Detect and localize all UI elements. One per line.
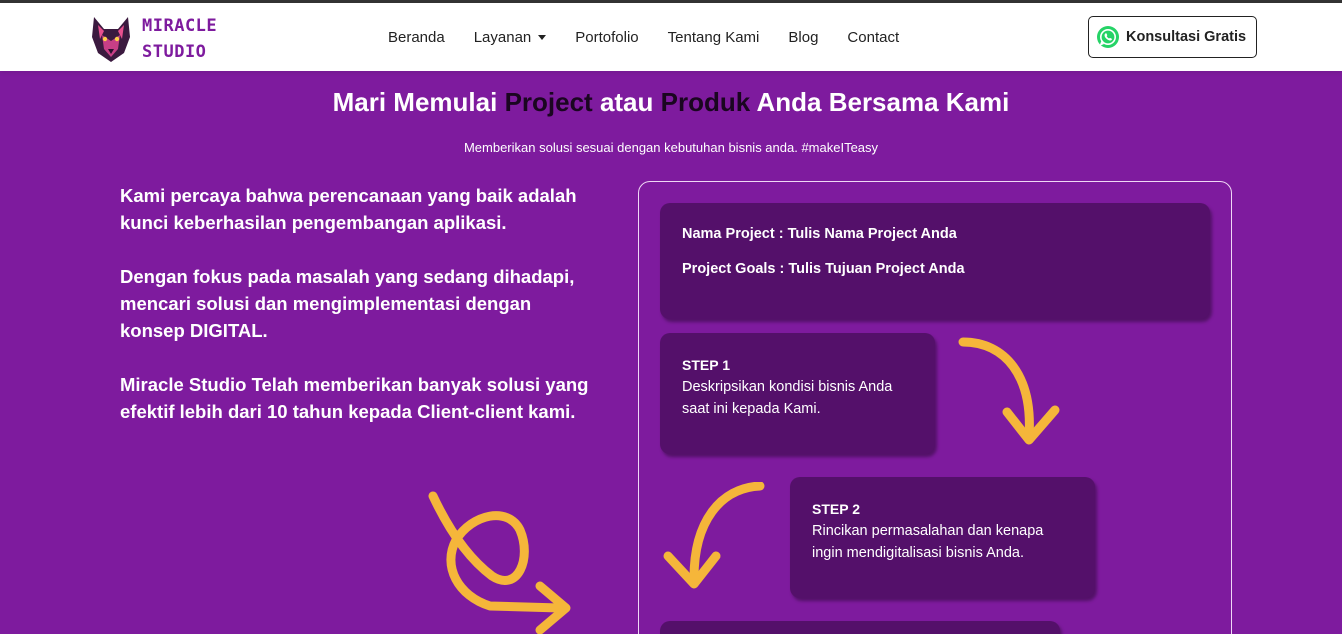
- hero-title-part: Anda Bersama Kami: [750, 87, 1010, 117]
- nav-label: Portofolio: [575, 28, 639, 46]
- hero-subtitle: Memberikan solusi sesuai dengan kebutuha…: [463, 140, 879, 155]
- nav-label: Layanan: [473, 28, 532, 46]
- step-description: Rincikan permasalahan dan kenapa ingin m…: [812, 523, 1044, 561]
- curved-arrow-down-right-icon: [958, 337, 1060, 445]
- curved-arrow-down-left-icon: [663, 482, 765, 589]
- project-card: Nama Project : Tulis Nama Project Anda P…: [660, 203, 1210, 319]
- nav-layanan[interactable]: Layanan: [474, 29, 547, 46]
- hero-title-highlight: Project: [504, 87, 593, 117]
- nav-portofolio[interactable]: Portofolio: [575, 29, 638, 46]
- intro-paragraph-2: Dengan fokus pada masalah yang sedang di…: [120, 266, 575, 341]
- nav-contact[interactable]: Contact: [847, 29, 899, 46]
- hero-title-part: Mari Memulai: [332, 87, 505, 117]
- hero-title-highlight: Produk: [660, 87, 751, 117]
- step-card-3: [660, 621, 1060, 634]
- step-title: STEP 1: [682, 357, 730, 373]
- cta-label: Konsultasi Gratis: [1126, 29, 1247, 45]
- brand-name: MIRACLE STUDIO: [142, 13, 217, 65]
- nav-label: Contact: [847, 28, 900, 46]
- nav-beranda[interactable]: Beranda: [388, 29, 445, 46]
- main-nav: Beranda Layanan Portofolio Tentang Kami …: [388, 3, 928, 71]
- nav-label: Blog: [788, 28, 819, 46]
- hero-title-part: atau: [592, 87, 661, 117]
- intro-paragraph-3: Miracle Studio Telah memberikan banyak s…: [120, 374, 589, 422]
- site-header: MIRACLE STUDIO Beranda Layanan Portofoli…: [0, 3, 1342, 71]
- nav-label: Tentang Kami: [667, 28, 760, 46]
- step-card-2: STEP 2 Rincikan permasalahan dan kenapa …: [790, 477, 1095, 598]
- step-card-1: STEP 1 Deskripsikan kondisi bisnis Anda …: [660, 333, 935, 454]
- wolf-logo-icon: [92, 17, 130, 62]
- hero-title: Mari Memulai Project atau Produk Anda Be…: [0, 87, 1342, 118]
- brand-logo[interactable]: MIRACLE STUDIO: [90, 13, 217, 65]
- brand-line-2: STUDIO: [142, 42, 207, 62]
- caret-down-icon: [538, 34, 547, 40]
- loop-arrow-icon: [428, 491, 571, 634]
- konsultasi-gratis-button[interactable]: Konsultasi Gratis: [1088, 16, 1257, 58]
- project-goals-line: Project Goals : Tulis Tujuan Project And…: [682, 261, 965, 277]
- intro-paragraph-1: Kami percaya bahwa perencanaan yang baik…: [120, 185, 577, 233]
- nav-label: Beranda: [388, 28, 445, 46]
- intro-text: Kami percaya bahwa perencanaan yang baik…: [120, 182, 590, 452]
- project-name-line: Nama Project : Tulis Nama Project Anda: [682, 226, 957, 242]
- nav-blog[interactable]: Blog: [788, 29, 818, 46]
- step-title: STEP 2: [812, 501, 860, 517]
- brand-line-1: MIRACLE: [142, 16, 218, 36]
- step-description: Deskripsikan kondisi bisnis Anda saat in…: [682, 379, 893, 417]
- nav-tentang-kami[interactable]: Tentang Kami: [668, 29, 760, 46]
- whatsapp-icon: [1097, 26, 1119, 48]
